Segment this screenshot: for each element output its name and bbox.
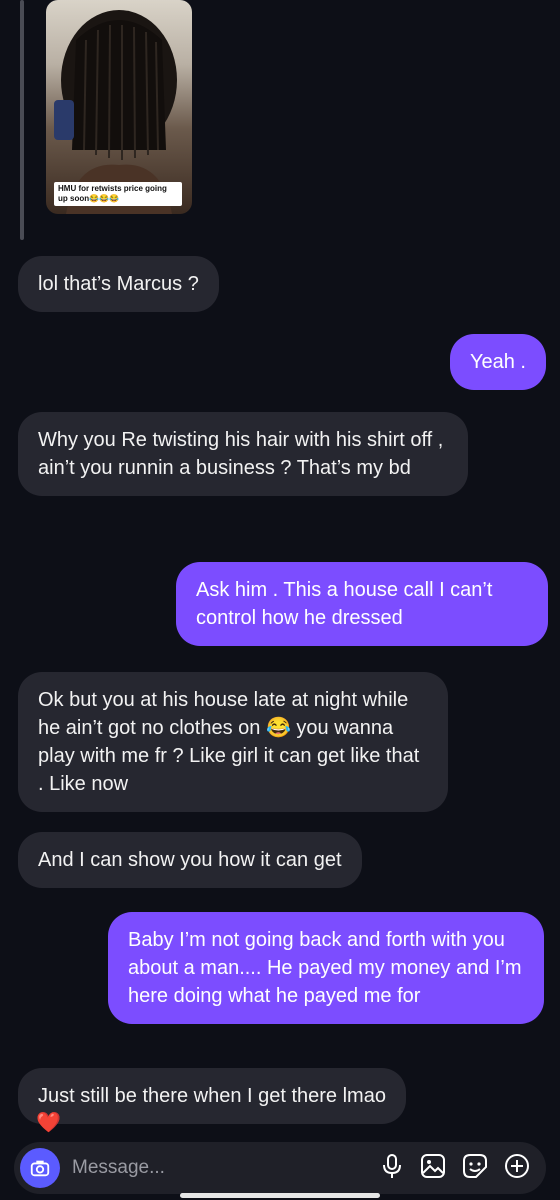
- message-outgoing[interactable]: Baby I’m not going back and forth with y…: [108, 912, 544, 1024]
- message-outgoing[interactable]: Yeah .: [450, 334, 546, 390]
- message-incoming[interactable]: Ok but you at his house late at night wh…: [18, 672, 448, 812]
- message-outgoing[interactable]: Ask him . This a house call I can’t cont…: [176, 562, 548, 646]
- story-thumbnail[interactable]: HMU for retwists price going up soon😂😂😂: [46, 0, 192, 214]
- sticker-icon[interactable]: [462, 1153, 488, 1184]
- home-indicator: [180, 1193, 380, 1198]
- message-incoming[interactable]: lol that’s Marcus ?: [18, 256, 219, 312]
- message-incoming[interactable]: Just still be there when I get there lma…: [18, 1068, 406, 1124]
- story-reply-bar: [20, 0, 24, 240]
- story-caption: HMU for retwists price going up soon😂😂😂: [54, 182, 182, 206]
- gallery-icon[interactable]: [420, 1153, 446, 1184]
- message-input[interactable]: Message...: [72, 1157, 380, 1179]
- message-incoming[interactable]: Why you Re twisting his hair with his sh…: [18, 412, 468, 496]
- message-composer[interactable]: Message...: [14, 1142, 546, 1194]
- camera-icon[interactable]: [20, 1148, 60, 1188]
- add-icon[interactable]: [504, 1153, 530, 1184]
- heart-reaction[interactable]: ❤️: [36, 1110, 61, 1135]
- microphone-icon[interactable]: [380, 1153, 404, 1184]
- message-incoming[interactable]: And I can show you how it can get: [18, 832, 362, 888]
